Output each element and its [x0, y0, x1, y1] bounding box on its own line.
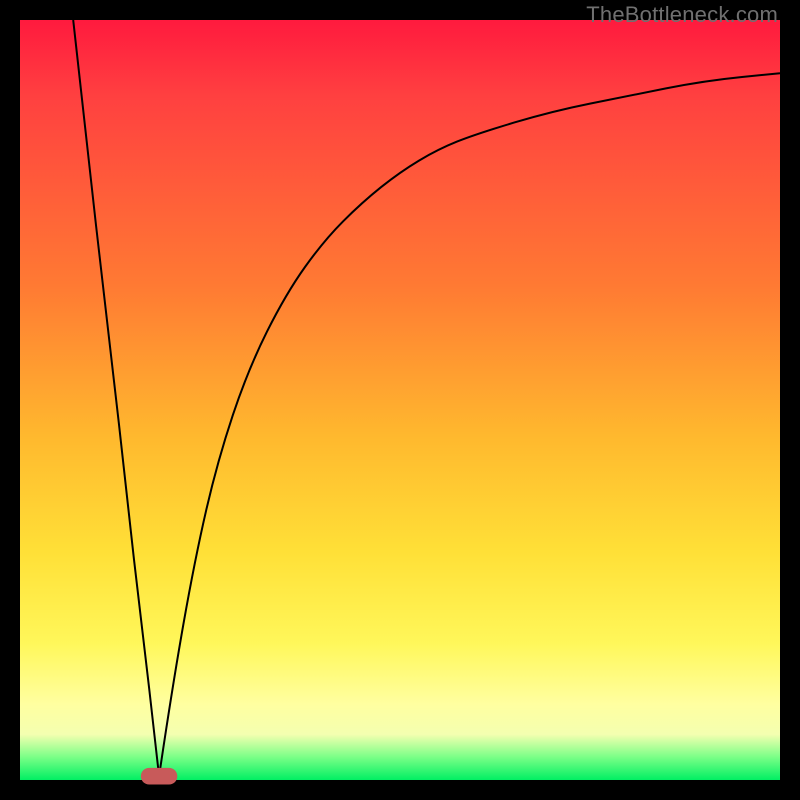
- chart-svg: [20, 20, 780, 780]
- chart-frame: TheBottleneck.com: [0, 0, 800, 800]
- min-marker: [141, 768, 177, 785]
- curve-right-branch: [159, 73, 780, 776]
- curve-left-branch: [73, 20, 159, 776]
